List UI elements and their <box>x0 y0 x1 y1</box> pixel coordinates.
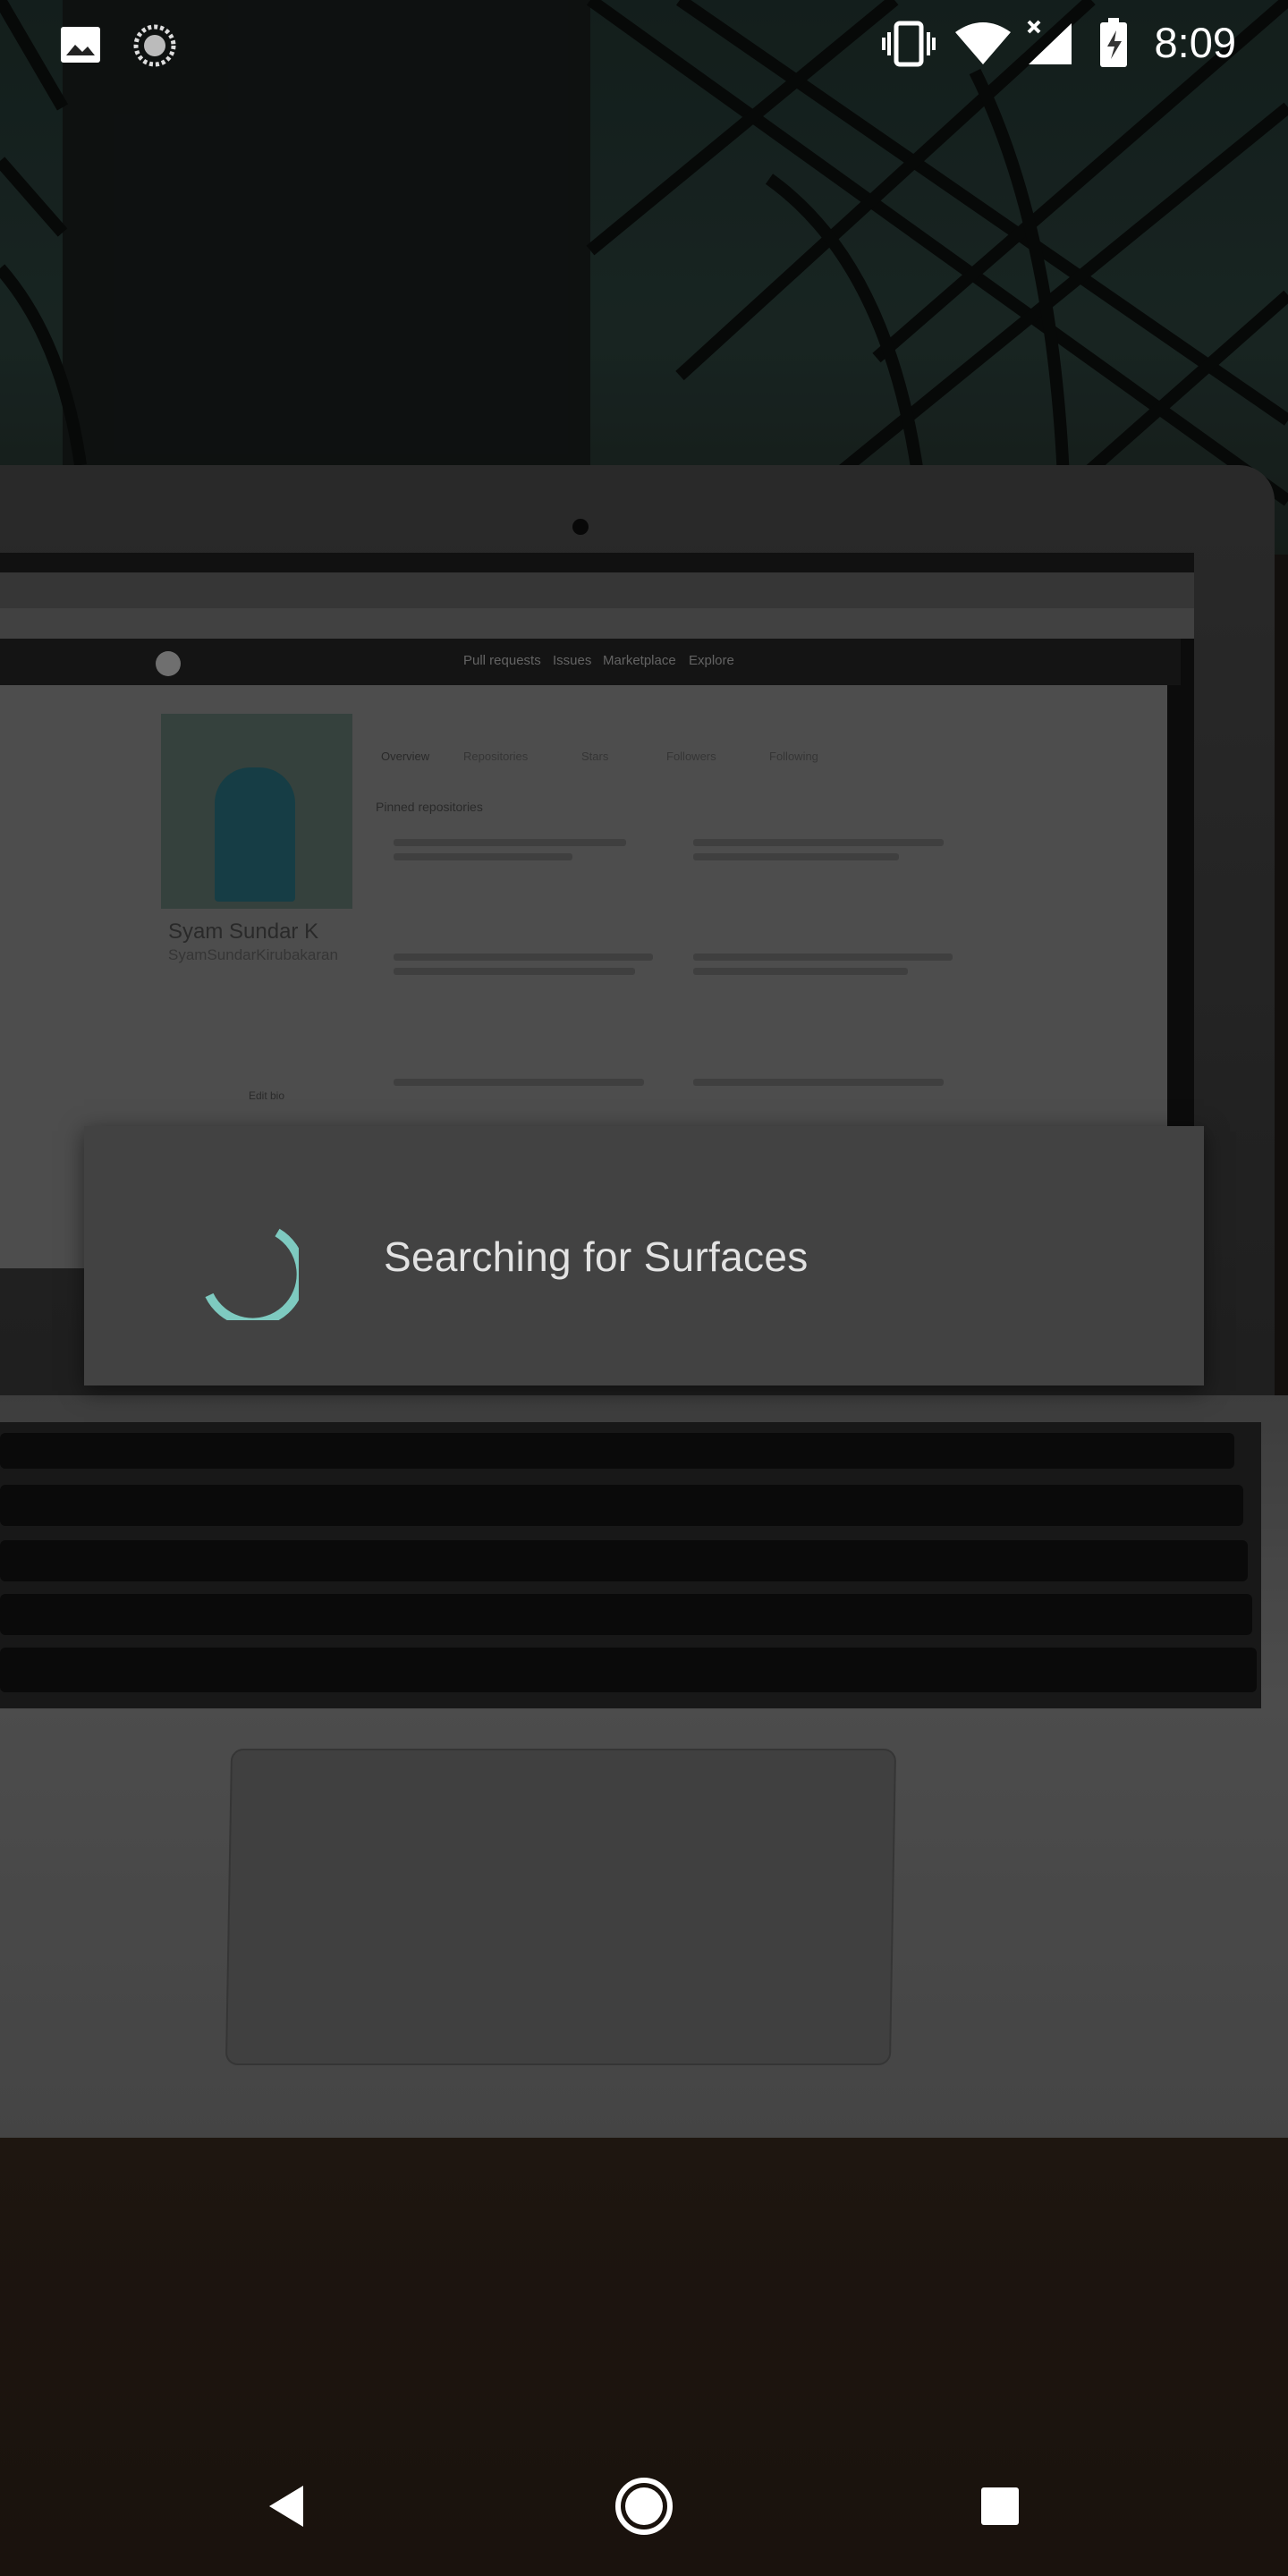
dialog-message: Searching for Surfaces <box>384 1233 809 1280</box>
recents-button[interactable] <box>946 2453 1054 2560</box>
back-button[interactable] <box>233 2453 340 2560</box>
battery-charging-icon <box>1100 18 1127 67</box>
status-bar: 8:09 <box>0 0 1288 86</box>
navigation-bar <box>0 2426 1288 2576</box>
image-icon <box>61 27 100 63</box>
back-triangle-icon <box>269 2486 303 2527</box>
cell-signal-icon <box>1027 20 1072 64</box>
loading-spinner-icon <box>205 1228 299 1320</box>
progress-dialog: Searching for Surfaces <box>84 1126 1204 1385</box>
sync-icon <box>133 24 176 67</box>
wifi-icon <box>955 22 1011 64</box>
vibrate-icon <box>882 21 936 67</box>
status-time: 8:09 <box>1154 19 1236 66</box>
home-circle-icon <box>615 2478 673 2535</box>
spinner-arc <box>205 1228 299 1320</box>
home-button[interactable] <box>590 2453 698 2560</box>
recents-square-icon <box>981 2487 1019 2525</box>
